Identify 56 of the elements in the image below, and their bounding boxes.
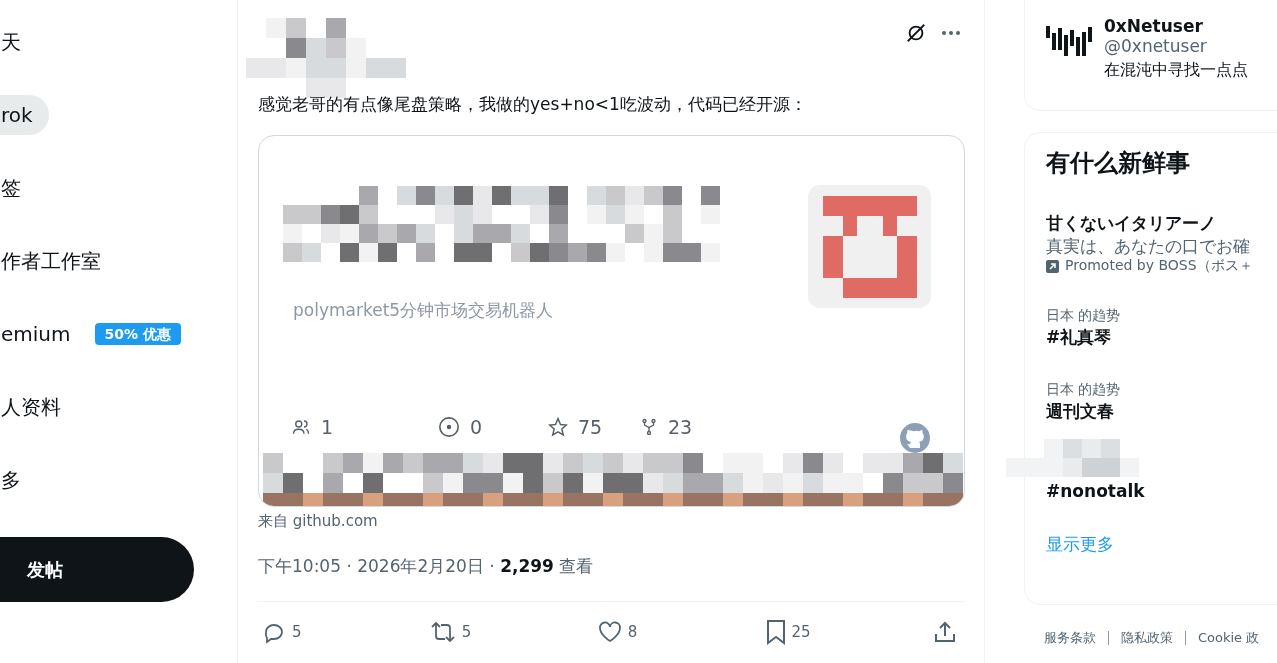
nav-item[interactable]: emium 50% 优惠 — [0, 314, 197, 354]
discount-badge: 50% 优惠 — [94, 323, 181, 345]
profile-handle: @0xnetuser — [1104, 36, 1208, 56]
nav-label: emium — [1, 321, 71, 348]
promoted-label: Promoted by BOSS（ボス＋ — [1065, 257, 1253, 275]
issue-icon — [438, 416, 460, 438]
action-button[interactable]: 5 — [429, 619, 598, 645]
post-button[interactable]: 发帖 — [0, 537, 194, 602]
profile-name[interactable]: 0xNetuser — [1104, 16, 1248, 36]
action-button[interactable]: 8 — [597, 619, 766, 645]
nav-item[interactable]: 天 — [0, 22, 37, 62]
barcode-logo-icon — [1046, 26, 1092, 56]
fork-icon — [640, 417, 658, 437]
nav-label: 天 — [1, 29, 21, 56]
nav-label: 作者工作室 — [1, 248, 101, 275]
tweet-text: 感觉老哥的有点像尾盘策略，我做的yes+no<1吃波动，代码已经开源： — [258, 93, 808, 116]
trend-title[interactable]: #nonotalk — [1046, 479, 1277, 503]
nav-label: 多 — [1, 467, 21, 494]
action-button[interactable]: 5 — [262, 619, 430, 645]
footer-link[interactable]: Cookie 政 — [1185, 631, 1260, 645]
trend-context: 日本 的趋势 — [1046, 306, 1122, 325]
trend-title[interactable]: #礼真琴 — [1046, 325, 1277, 349]
footer-link[interactable]: 服务条款 — [1044, 631, 1096, 645]
stat-count: 1 — [321, 416, 334, 438]
trend-title[interactable]: 甘くないイタリアーノ — [1046, 211, 1277, 235]
stat-count: 0 — [470, 416, 483, 438]
nav-item[interactable]: 多 — [0, 460, 37, 500]
trend-text: 真実は、あなたの口でお確 — [1046, 235, 1251, 257]
heart-icon — [597, 621, 622, 643]
nav-item[interactable]: 人资料 — [0, 387, 77, 427]
link-source: 来自 github.com — [258, 512, 379, 531]
action-button[interactable]: 25 — [765, 619, 934, 645]
footer-link[interactable]: 隐私政策 — [1108, 631, 1173, 645]
card-description: polymarket5分钟市场交易机器人 — [293, 299, 554, 322]
share-icon — [933, 620, 958, 644]
promoted-icon — [1046, 259, 1059, 273]
slashed-circle-icon[interactable] — [905, 22, 927, 44]
nav-label: rok — [1, 102, 33, 129]
link-card[interactable]: polymarket5分钟市场交易机器人 1 0 75 23 — [258, 135, 965, 507]
nav-item[interactable]: rok — [0, 95, 49, 135]
star-icon — [548, 417, 568, 437]
nav-item[interactable]: 作者工作室 — [0, 241, 117, 281]
trend-title[interactable]: 週刊文春 — [1046, 399, 1277, 423]
stat-count: 75 — [578, 416, 603, 438]
nav-item[interactable]: 签 — [0, 168, 37, 208]
stat-count: 23 — [668, 416, 693, 438]
nav-label: 签 — [1, 175, 21, 202]
profile-bio: 在混沌中寻找一点点 — [1104, 60, 1248, 81]
people-icon — [291, 418, 311, 436]
bookmark-icon — [765, 619, 786, 645]
nav-label: 人资料 — [1, 394, 61, 421]
trends-heading: 有什么新鲜事 — [1046, 148, 1191, 179]
repost-icon — [429, 621, 456, 643]
trend-context: 日本 的趋势 — [1046, 380, 1122, 399]
github-icon — [900, 423, 930, 453]
post-timestamp: 下午10:05 · 2026年2月20日 · 2,299 查看 — [258, 556, 594, 576]
